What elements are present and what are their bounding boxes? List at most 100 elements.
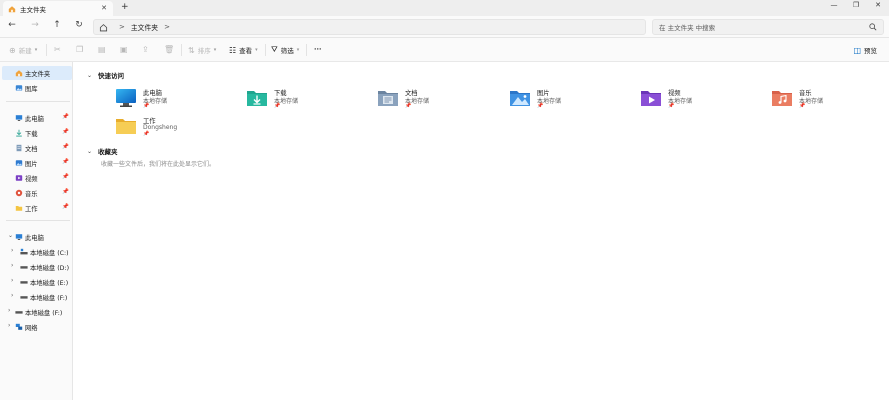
sidebar-item-network[interactable]: › 网络 [2,320,72,334]
quick-access-item[interactable]: 下载 本地存储 📌 [246,87,366,113]
folder-icon [116,119,136,134]
sidebar-item-music[interactable]: 音乐 📌 [2,186,72,200]
new-tab-button[interactable]: + [121,2,129,12]
sidebar-item-thispc-tree[interactable]: ⌄ 此电脑 [2,230,72,244]
pin-icon[interactable]: 📌 [62,174,69,180]
divider [265,44,266,56]
close-button[interactable]: ✕ [866,1,889,9]
back-button[interactable]: ← [5,20,19,30]
sort-icon: ⇅ [188,45,195,55]
chevron-right-icon[interactable]: › [11,262,13,269]
minimize-button[interactable]: — [822,1,846,9]
pin-icon[interactable]: 📌 [62,189,69,195]
breadcrumb-separator: > [119,23,125,31]
copy-icon[interactable]: ❐ [76,45,86,54]
more-options-button[interactable]: ··· [314,45,321,53]
divider [46,44,47,56]
search-icon [869,23,877,31]
quick-access-item[interactable]: 工作 Dongsheng 📌 [115,115,235,141]
sidebar-item-videos[interactable]: 视频 📌 [2,171,72,185]
chevron-right-icon[interactable]: › [8,322,10,329]
chevron-down-icon: ▾ [34,47,38,53]
sidebar-item-downloads[interactable]: 下载 📌 [2,126,72,140]
pin-icon[interactable]: 📌 [62,204,69,210]
sidebar-item-external-drive[interactable]: › 本地磁盘 (F:) [2,305,72,319]
chevron-down-icon[interactable]: ⌄ [8,232,13,239]
sidebar-item-thispc[interactable]: 此电脑 📌 [2,111,72,125]
up-button[interactable]: ↑ [50,20,64,30]
pin-icon[interactable]: 📌 [62,144,69,150]
filter-button[interactable]: ⛛ 筛选 ▾ [271,45,299,55]
picture-icon [15,160,23,166]
quick-access-item[interactable]: 视频 本地存储 📌 [640,87,760,113]
section-title: 收藏夹 [98,148,118,156]
quick-access-item[interactable]: 文档 本地存储 📌 [377,87,497,113]
breadcrumb-separator[interactable]: > [164,23,170,31]
sidebar-item-drive-e[interactable]: › 本地磁盘 (E:) [2,275,72,289]
address-bar[interactable]: > 主文件夹 > [93,19,646,35]
quick-access-item[interactable]: 图片 本地存储 📌 [509,87,629,113]
gallery-icon [15,85,23,91]
section-title: 快速访问 [98,72,125,80]
computer-icon [15,234,23,240]
sidebar-item-documents[interactable]: 文档 📌 [2,141,72,155]
quick-access-header[interactable]: ⌄ 快速访问 [87,70,125,81]
document-icon [16,144,22,152]
command-bar: ⊕ 新建 ▾ ✂ ❐ ▤ ▣ ⇪ 🗑 ⇅ 排序 ▾ ☷ 查看 ▾ ⛛ 筛选 ▾ … [0,38,889,62]
preview-button[interactable]: ◫ 预览 [853,45,877,56]
chevron-down-icon: ▾ [213,47,217,53]
computer-icon [15,115,23,121]
sidebar-item-drive-d[interactable]: › 本地磁盘 (D:) [2,260,72,274]
pin-icon[interactable]: 📌 [62,159,69,165]
sort-button[interactable]: ⇅ 排序 ▾ [188,45,217,56]
share-icon[interactable]: ⇪ [142,45,152,54]
rename-icon[interactable]: ▣ [120,45,131,54]
pin-icon: 📌 [405,103,412,109]
tab-home[interactable]: 主文件夹 ✕ [3,1,113,16]
refresh-button[interactable]: ↻ [72,20,86,30]
sidebar-item-label: 此电脑 [25,115,44,123]
chevron-right-icon[interactable]: › [8,307,10,314]
preview-label: 预览 [864,47,877,55]
sidebar-item-pictures[interactable]: 图片 📌 [2,156,72,170]
new-button[interactable]: ⊕ 新建 ▾ [9,45,38,56]
sidebar-item-label: 本地磁盘 (E:) [30,279,69,287]
chevron-right-icon[interactable]: › [11,247,13,254]
chevron-down-icon[interactable]: ⌄ [87,148,92,155]
delete-icon[interactable]: 🗑 [164,45,177,54]
breadcrumb-home[interactable]: 主文件夹 [131,22,158,32]
quick-access-item[interactable]: 此电脑 本地存储 📌 [115,87,235,113]
filter-icon: ⛛ [271,45,278,54]
sidebar-item-home[interactable]: 主文件夹 [2,66,72,80]
home-icon [99,23,108,31]
view-button[interactable]: ☷ 查看 ▾ [229,45,258,56]
sort-label: 排序 [197,47,211,55]
tab-close-icon[interactable]: ✕ [101,4,107,12]
maximize-button[interactable]: ❐ [844,1,868,9]
sidebar-item-label: 本地磁盘 (F:) [30,294,68,302]
sidebar-item-work[interactable]: 工作 📌 [2,201,72,215]
cut-icon[interactable]: ✂ [54,45,64,54]
sidebar-item-drive-f[interactable]: › 本地磁盘 (F:) [2,290,72,304]
paste-icon[interactable]: ▤ [98,45,109,54]
sidebar-item-drive-c[interactable]: › 本地磁盘 (C:) [2,245,72,259]
chevron-right-icon[interactable]: › [11,277,13,284]
favorites-header[interactable]: ⌄ 收藏夹 [87,146,118,157]
home-icon [15,70,23,77]
documents-folder-icon [378,91,398,106]
sidebar-item-label: 图库 [25,85,38,93]
chevron-right-icon[interactable]: › [11,292,13,299]
network-icon [15,323,23,330]
chevron-down-icon: ▾ [255,47,258,53]
chevron-down-icon[interactable]: ⌄ [87,72,92,79]
forward-button[interactable]: → [28,20,42,30]
search-input[interactable]: 在 主文件夹 中搜索 [652,19,884,35]
sidebar-item-gallery[interactable]: 图库 [2,81,72,95]
pin-icon[interactable]: 📌 [62,129,69,135]
drive-icon [15,311,23,314]
pin-icon[interactable]: 📌 [62,114,69,120]
sidebar-item-label: 此电脑 [25,234,44,242]
chevron-down-icon: ▾ [296,47,300,53]
sidebar-item-label: 主文件夹 [25,70,51,78]
quick-access-item[interactable]: 音乐 本地存储 📌 [771,87,889,113]
